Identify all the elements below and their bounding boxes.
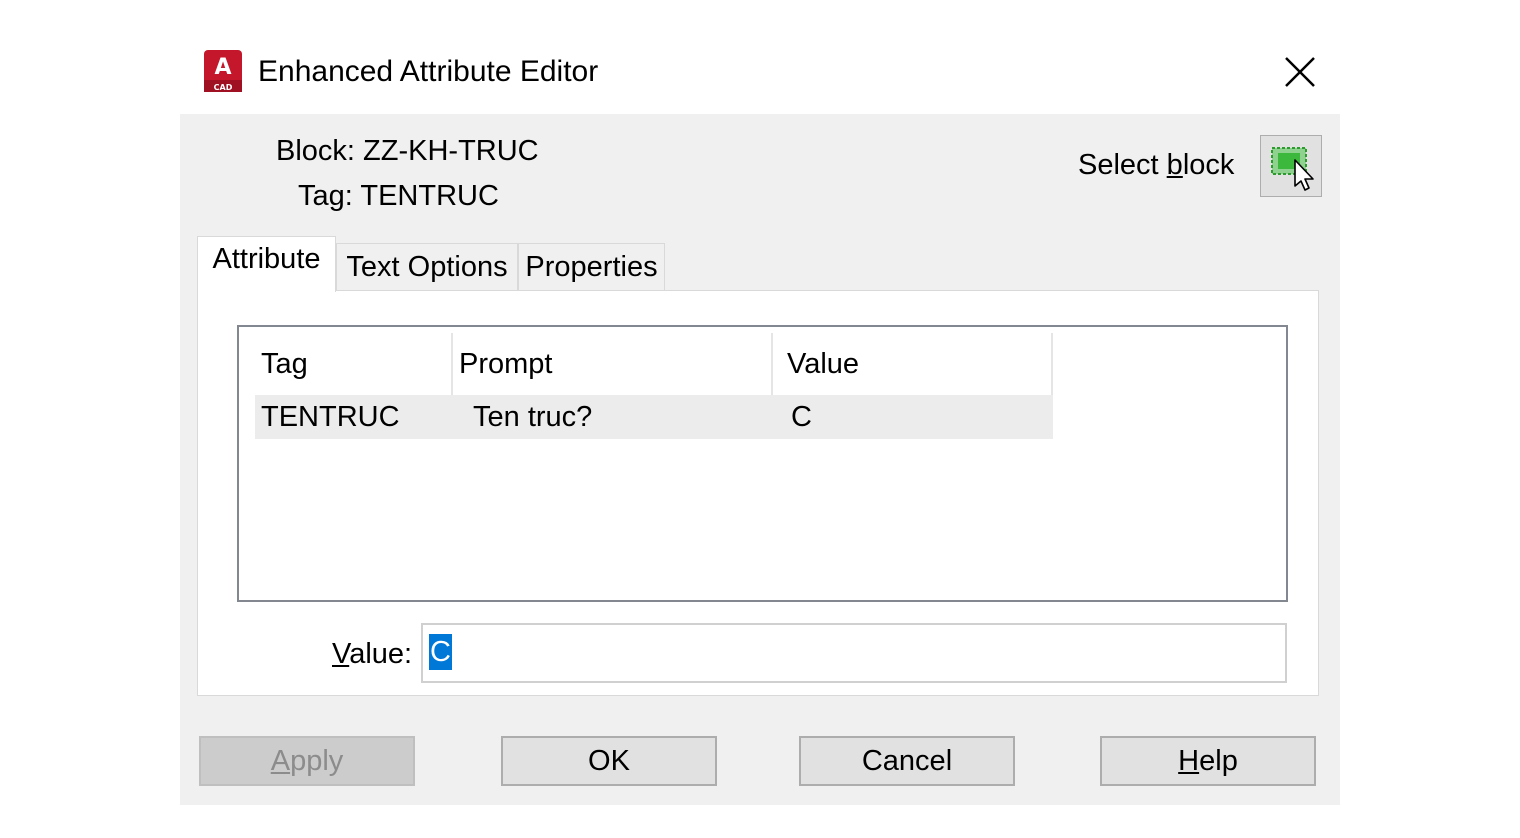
value-input-text: C (429, 634, 452, 670)
block-label: Block: (276, 135, 355, 167)
tag-label: Tag: (298, 180, 353, 212)
tab-properties[interactable]: Properties (518, 243, 665, 291)
autocad-app-icon: A CAD (204, 50, 242, 92)
column-header-value[interactable]: Value (773, 333, 1053, 395)
table-row[interactable]: TENTRUC Ten truc? C (255, 395, 1053, 439)
window-title: Enhanced Attribute Editor (258, 55, 599, 88)
row-prompt-cell: Ten truc? (473, 401, 593, 433)
tag-info: Tag: TENTRUC (298, 179, 499, 213)
tab-text-options[interactable]: Text Options (336, 243, 518, 291)
block-name: ZZ-KH-TRUC (363, 135, 539, 167)
block-info: Block: ZZ-KH-TRUC (276, 134, 539, 168)
row-value-cell: C (791, 401, 812, 433)
attribute-table[interactable]: Tag Prompt Value TENTRUC Ten truc? C (237, 325, 1288, 602)
cancel-button[interactable]: Cancel (799, 736, 1015, 786)
title-bar: A CAD Enhanced Attribute Editor (180, 40, 1340, 114)
tab-attribute[interactable]: Attribute (197, 236, 336, 292)
svg-text:CAD: CAD (214, 83, 233, 92)
attribute-editor-dialog: Block: ZZ-KH-TRUC Tag: TENTRUC Select bl… (180, 114, 1340, 805)
value-input[interactable]: C (421, 623, 1287, 683)
select-block-icon (1271, 147, 1314, 191)
column-header-tag[interactable]: Tag (255, 333, 453, 395)
attribute-tab-panel: Tag Prompt Value TENTRUC Ten truc? C Val… (197, 290, 1319, 696)
select-block-label: Select block (1078, 149, 1235, 181)
ok-button[interactable]: OK (501, 736, 717, 786)
select-block-button[interactable] (1260, 135, 1322, 197)
close-icon[interactable] (1278, 50, 1322, 94)
svg-text:A: A (214, 55, 231, 80)
value-label: Value: (332, 638, 413, 670)
column-header-prompt[interactable]: Prompt (453, 333, 773, 395)
apply-button[interactable]: Apply (199, 736, 415, 786)
help-button[interactable]: Help (1100, 736, 1316, 786)
tag-name: TENTRUC (360, 180, 499, 212)
row-tag-cell: TENTRUC (261, 401, 400, 433)
